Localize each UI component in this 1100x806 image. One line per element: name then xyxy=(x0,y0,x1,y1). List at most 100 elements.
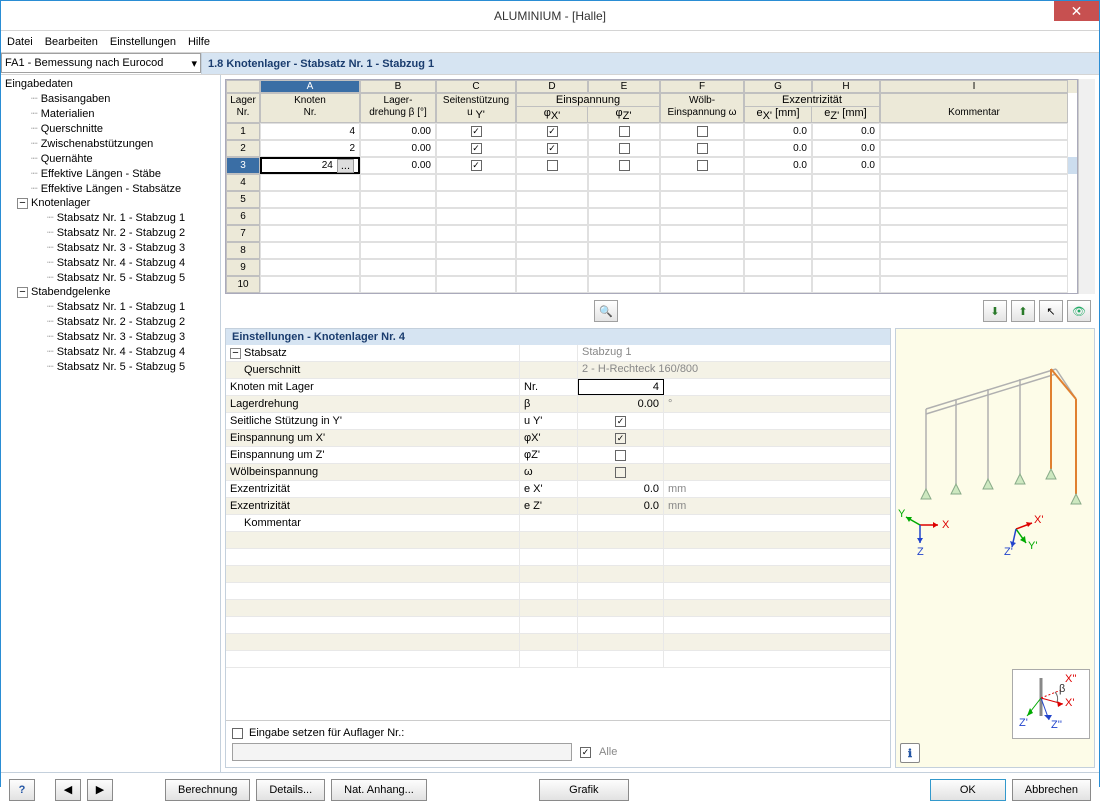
details-button[interactable]: Details... xyxy=(256,779,325,801)
grid-cell[interactable] xyxy=(880,208,1068,225)
grid-cell[interactable] xyxy=(360,174,436,191)
grid-cell[interactable] xyxy=(880,276,1068,293)
grid-cell[interactable] xyxy=(812,208,880,225)
grid-cell[interactable]: 0.0 xyxy=(812,123,880,140)
detail-value[interactable]: 0.0 xyxy=(578,498,664,514)
col-letter-g[interactable]: G xyxy=(744,80,812,93)
grid-cell[interactable]: ✓ xyxy=(436,157,516,174)
grid-cell[interactable] xyxy=(436,276,516,293)
grid-cell[interactable] xyxy=(588,174,660,191)
grid-cell[interactable] xyxy=(436,191,516,208)
tree-knoten-1[interactable]: ┈ Stabsatz Nr. 1 - Stabzug 1 xyxy=(3,210,218,225)
col-letter-i[interactable]: I xyxy=(880,80,1068,93)
help-button[interactable]: ? xyxy=(9,779,35,801)
collapse-icon[interactable]: − xyxy=(230,348,241,359)
checkbox-icon[interactable]: ✓ xyxy=(547,143,558,154)
grid-cell[interactable] xyxy=(516,208,588,225)
detail-row[interactable]: Querschnitt2 - H-Rechteck 160/800 xyxy=(226,362,890,379)
grid-cell[interactable]: 4 xyxy=(260,123,360,140)
grid-cell[interactable] xyxy=(660,123,744,140)
grid-cell[interactable] xyxy=(812,174,880,191)
checkbox-icon[interactable]: ✓ xyxy=(615,416,626,427)
checkbox-icon[interactable] xyxy=(619,160,630,171)
row-number[interactable]: 5 xyxy=(226,191,260,208)
menu-bearbeiten[interactable]: Bearbeiten xyxy=(45,36,98,48)
grid-scrollbar[interactable] xyxy=(1078,79,1095,294)
row-number[interactable]: 10 xyxy=(226,276,260,293)
grid-cell[interactable]: 0.0 xyxy=(744,140,812,157)
detail-value[interactable] xyxy=(578,464,664,480)
grid-cell[interactable] xyxy=(660,140,744,157)
grid-cell[interactable] xyxy=(436,259,516,276)
tree-eff-staebe[interactable]: ┈ Effektive Längen - Stäbe xyxy=(3,166,218,181)
detail-row[interactable]: − StabsatzStabzug 1 xyxy=(226,345,890,362)
grid-cell[interactable] xyxy=(360,242,436,259)
col-letter-e[interactable]: E xyxy=(588,80,660,93)
next-button[interactable]: ▶ xyxy=(87,779,113,801)
nav-tree[interactable]: Eingabedaten ┈ Basisangaben ┈ Materialie… xyxy=(1,75,221,772)
grid-cell[interactable]: 24 ... xyxy=(260,157,360,174)
grid-cell[interactable]: 0.00 xyxy=(360,140,436,157)
grid-cell[interactable] xyxy=(260,276,360,293)
tree-knoten-2[interactable]: ┈ Stabsatz Nr. 2 - Stabzug 2 xyxy=(3,225,218,240)
grid-cell[interactable] xyxy=(260,191,360,208)
grid-cell[interactable] xyxy=(744,174,812,191)
col-letter-f[interactable]: F xyxy=(660,80,744,93)
close-button[interactable]: ✕ xyxy=(1054,1,1099,21)
tree-materialien[interactable]: ┈ Materialien xyxy=(3,106,218,121)
grid-cell[interactable] xyxy=(812,276,880,293)
checkbox-icon[interactable] xyxy=(697,143,708,154)
grid-cell[interactable] xyxy=(744,259,812,276)
grid-cell[interactable] xyxy=(360,276,436,293)
table-row[interactable]: 9 xyxy=(226,259,1077,276)
excel-export-button[interactable]: ⬇ xyxy=(983,300,1007,322)
detail-row[interactable]: Exzentrizitäte X'0.0mm xyxy=(226,481,890,498)
grid-cell[interactable]: 0.0 xyxy=(744,123,812,140)
table-row[interactable]: 7 xyxy=(226,225,1077,242)
tree-basisangaben[interactable]: ┈ Basisangaben xyxy=(3,91,218,106)
detail-value[interactable]: ✓ xyxy=(578,413,664,429)
grid-cell[interactable]: 0.0 xyxy=(812,157,880,174)
tree-eff-stabsaetze[interactable]: ┈ Effektive Längen - Stabsätze xyxy=(3,181,218,196)
grid-cell[interactable] xyxy=(516,191,588,208)
grid-cell[interactable] xyxy=(660,225,744,242)
checkbox-icon[interactable] xyxy=(615,467,626,478)
grid-cell[interactable] xyxy=(660,276,744,293)
grid-cell[interactable] xyxy=(880,242,1068,259)
abbrechen-button[interactable]: Abbrechen xyxy=(1012,779,1091,801)
grid-cell[interactable] xyxy=(588,208,660,225)
tree-stabend-2[interactable]: ┈ Stabsatz Nr. 2 - Stabzug 2 xyxy=(3,314,218,329)
grid-cell[interactable] xyxy=(744,225,812,242)
grid-cell[interactable] xyxy=(360,191,436,208)
checkbox-icon[interactable] xyxy=(619,143,630,154)
grid-cell[interactable] xyxy=(588,276,660,293)
detail-value[interactable]: 4 xyxy=(578,379,664,395)
grid-cell[interactable] xyxy=(812,191,880,208)
detail-row[interactable]: Wölbeinspannungω xyxy=(226,464,890,481)
detail-value[interactable] xyxy=(578,515,664,531)
checkbox-icon[interactable] xyxy=(697,126,708,137)
grid-cell[interactable] xyxy=(360,259,436,276)
grid-cell[interactable] xyxy=(880,140,1068,157)
grid-cell[interactable] xyxy=(880,123,1068,140)
ellipsis-button[interactable]: ... xyxy=(337,159,354,173)
table-row[interactable]: 220.00✓✓0.00.0 xyxy=(226,140,1077,157)
collapse-icon[interactable]: − xyxy=(17,198,28,209)
grid-cell[interactable] xyxy=(516,157,588,174)
grid-cell[interactable] xyxy=(812,259,880,276)
grid-cell[interactable]: 0.0 xyxy=(812,140,880,157)
grid-cell[interactable] xyxy=(588,259,660,276)
view-button[interactable]: 👁 xyxy=(1067,300,1091,322)
menu-einstellungen[interactable]: Einstellungen xyxy=(110,36,176,48)
grid-cell[interactable] xyxy=(360,208,436,225)
grid-cell[interactable] xyxy=(260,259,360,276)
grid-cell[interactable] xyxy=(660,259,744,276)
table-row[interactable]: 4 xyxy=(226,174,1077,191)
tree-stabend-4[interactable]: ┈ Stabsatz Nr. 4 - Stabzug 4 xyxy=(3,344,218,359)
detail-row[interactable]: Lagerdrehungβ0.00° xyxy=(226,396,890,413)
grid-cell[interactable] xyxy=(812,242,880,259)
menu-datei[interactable]: Datei xyxy=(7,36,33,48)
checkbox-icon[interactable] xyxy=(697,160,708,171)
grid-cell[interactable] xyxy=(588,242,660,259)
detail-value[interactable]: 0.00 xyxy=(578,396,664,412)
